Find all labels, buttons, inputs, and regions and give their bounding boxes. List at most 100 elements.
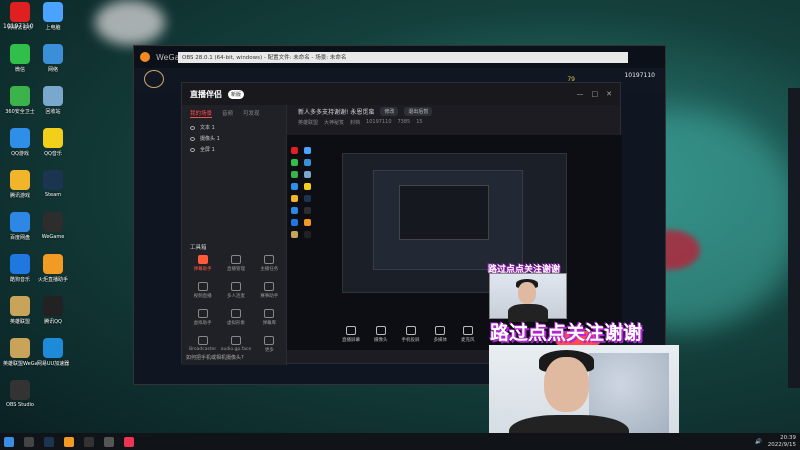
start-icon[interactable]: [4, 436, 14, 447]
obs-taskbar-icon[interactable]: [104, 436, 114, 447]
clock[interactable]: 20:39 2022/9/15: [768, 435, 796, 447]
desktop-icon[interactable]: WeGame: [36, 212, 70, 240]
window-controls: — □ ✕: [577, 90, 613, 98]
live-app-header: 直播伴侣 新版 — □ ✕: [182, 83, 620, 105]
steam-taskbar-icon[interactable]: [44, 436, 54, 447]
desktop-icon[interactable]: 火炬直播助手: [36, 254, 70, 283]
preview-icon: [291, 171, 298, 178]
app-icon: [43, 44, 63, 64]
desktop-icon[interactable]: 网易UU加速器: [36, 338, 70, 367]
toolbox-grid: 弹幕助手 直播管理 主播任务视频直播 多人连麦 赛事助手虚拟助手 虚拟形象 弹幕库 Broad…: [186, 255, 286, 353]
eye-icon[interactable]: [190, 125, 195, 130]
app-icon: [10, 44, 30, 64]
lol-logo-icon[interactable]: [144, 70, 164, 88]
volume-icon[interactable]: 🔊: [755, 439, 762, 445]
desktop-icon[interactable]: 微信: [3, 44, 37, 73]
tab-audio[interactable]: 音频: [222, 109, 233, 118]
info-tag: 大神秘笈: [324, 120, 345, 126]
desktop-icon[interactable]: QQ游戏: [3, 128, 37, 157]
stream-title: 新人多多支持谢谢! 永恩觅蛮: [298, 109, 375, 116]
tool-item[interactable]: audio.gp.face: [219, 336, 252, 353]
obs-window-title[interactable]: OBS 28.0.1 (64-bit, windows) - 配置文件: 未命名…: [178, 52, 628, 63]
tool-label: 视频直播: [193, 294, 212, 299]
desktop-icon[interactable]: 酷狗音乐: [3, 254, 37, 283]
desktop-icon[interactable]: 腾讯游戏: [3, 170, 37, 199]
side-panel-edge: [788, 88, 800, 388]
tool-icon: [197, 309, 208, 318]
eye-icon[interactable]: [190, 147, 195, 152]
preview-desktop-icons: [291, 147, 311, 238]
desktop-icon-label: QQ游戏: [11, 151, 29, 157]
camera-button[interactable]: 摄像头: [374, 326, 388, 343]
desktop-icon[interactable]: QQ音乐: [36, 128, 70, 157]
tool-label: 多人连麦: [226, 294, 245, 299]
scene-item[interactable]: 全屏 1: [182, 144, 286, 155]
app-icon: [10, 170, 30, 190]
live-app-taskbar-icon[interactable]: [124, 436, 134, 447]
preview-icon: [303, 207, 311, 214]
tool-item[interactable]: 虚拟形象: [219, 309, 252, 326]
desktop-icon[interactable]: 回收站: [36, 86, 70, 115]
app-icon: [43, 296, 63, 316]
desktop-icon[interactable]: 360安全卫士: [3, 86, 37, 115]
app-icon: [43, 254, 63, 274]
tool-label: 虚拟形象: [226, 321, 245, 326]
minimize-icon[interactable]: —: [577, 90, 584, 98]
desktop-top-time: 10197110: [3, 23, 34, 30]
tab-my-scenes[interactable]: 我的场景: [190, 109, 213, 118]
desktop-icon[interactable]: 英雄联盟WeGame版: [3, 338, 37, 367]
tool-item[interactable]: 直播管理: [219, 255, 252, 272]
tool-item[interactable]: 赛事助手: [253, 282, 286, 299]
wegame-taskbar-icon[interactable]: [84, 436, 94, 447]
wegame-logo-icon: [140, 52, 150, 62]
tool-label: 虚拟助手: [193, 321, 212, 326]
maximize-icon[interactable]: □: [592, 90, 599, 98]
media-button[interactable]: 多媒体: [434, 326, 447, 343]
tool-icon: [197, 336, 208, 345]
info-cover: 封档: [350, 120, 361, 126]
tool-label: 主播任务: [260, 267, 279, 272]
desktop-icon[interactable]: OBS Studio: [3, 380, 37, 408]
tool-item[interactable]: 多人连麦: [219, 282, 252, 299]
version-badge[interactable]: 新版: [228, 89, 245, 99]
scene-item[interactable]: 摄像头 1: [182, 133, 286, 144]
task-view-icon[interactable]: [24, 436, 34, 447]
preview-icon: [303, 231, 311, 238]
tool-item[interactable]: 更多: [253, 336, 286, 353]
tab-discover[interactable]: 可发现: [243, 109, 260, 118]
desktop-icon-label: 网易UU加速器: [36, 361, 70, 367]
wegame-user-id[interactable]: 10197110: [624, 72, 655, 79]
screen-capture-button[interactable]: 直播屏幕: [342, 326, 360, 343]
microphone-button[interactable]: 麦克风: [461, 326, 475, 343]
desktop-icon[interactable]: 英雄联盟: [3, 296, 37, 325]
exit-pause-button[interactable]: 退出后暂: [404, 107, 433, 116]
desktop-icon[interactable]: 腾讯QQ: [36, 296, 70, 325]
desktop-icon-label: 腾讯游戏: [9, 193, 30, 199]
preview-icon: [291, 231, 298, 238]
preview-icon: [303, 195, 311, 202]
close-icon[interactable]: ✕: [606, 90, 612, 98]
phone-cast-button[interactable]: 手机投屏: [402, 326, 420, 343]
info-popularity: 7385: [397, 119, 411, 125]
huoju-taskbar-icon[interactable]: [64, 436, 74, 447]
tool-item[interactable]: 弹幕库: [253, 309, 286, 326]
desktop-icon[interactable]: 百度网盘: [3, 212, 37, 241]
tool-item[interactable]: Broadcaster: [186, 336, 219, 353]
tool-icon: [230, 336, 241, 345]
desktop-icon-label: 回收站: [45, 109, 61, 115]
scene-item[interactable]: 文本 1: [182, 122, 286, 133]
tool-item[interactable]: 视频直播: [186, 282, 219, 299]
desktop-icon[interactable]: 网络: [36, 44, 70, 73]
tool-item[interactable]: 主播任务: [253, 255, 286, 272]
desktop-icon[interactable]: 上电脑: [36, 2, 70, 31]
toolbox-title: 工具箱: [190, 245, 207, 251]
app-icon: [10, 338, 30, 358]
edit-title-button[interactable]: 修改: [380, 107, 399, 116]
desktop-icon[interactable]: Steam: [36, 170, 70, 198]
tool-item[interactable]: 弹幕助手: [186, 255, 219, 272]
eye-icon[interactable]: [190, 136, 195, 141]
system-tray: 🔊 20:39 2022/9/15: [755, 435, 796, 447]
help-link[interactable]: 如何把手机或相机摄像头?: [186, 354, 244, 361]
tool-label: 直播管理: [226, 267, 245, 272]
tool-item[interactable]: 虚拟助手: [186, 309, 219, 326]
